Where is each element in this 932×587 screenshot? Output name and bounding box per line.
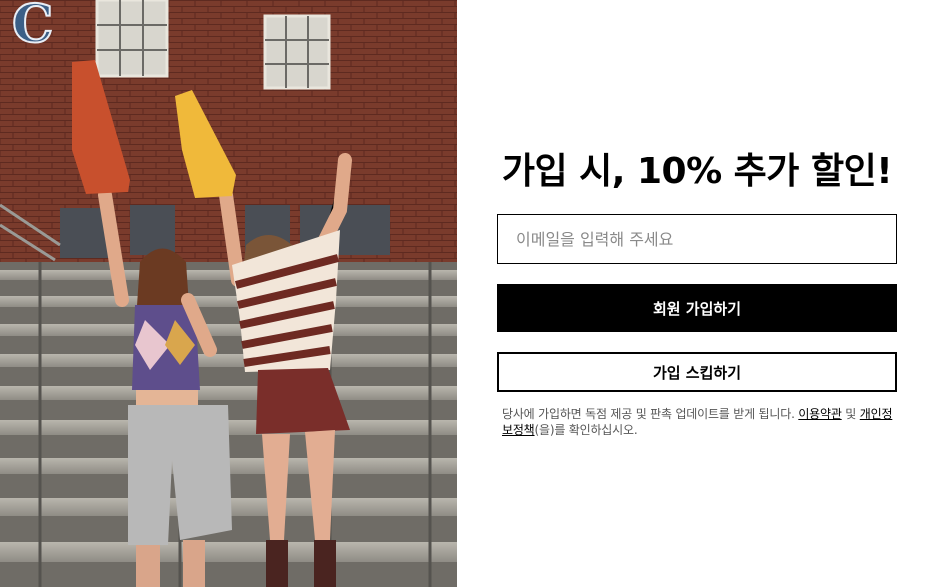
skip-signup-button[interactable]: 가입 스킵하기 — [497, 352, 897, 392]
signup-panel: 가입 시, 10% 추가 할인! 회원 가입하기 가입 스킵하기 당사에 가입하… — [457, 0, 932, 587]
terms-link[interactable]: 이용약관 — [798, 407, 842, 421]
banner-letter: C — [12, 0, 53, 55]
signup-button[interactable]: 회원 가입하기 — [497, 284, 897, 332]
disclaimer-text-after: (을)를 확인하십시오. — [534, 423, 638, 437]
email-input[interactable] — [497, 214, 897, 264]
disclaimer-text-before: 당사에 가입하면 독점 제공 및 판촉 업데이트를 받게 됩니다. — [502, 407, 799, 421]
signup-disclaimer: 당사에 가입하면 독점 제공 및 판촉 업데이트를 받게 됩니다. 이용약관 및… — [502, 406, 897, 438]
disclaimer-text-middle: 및 — [841, 407, 860, 421]
hero-image: C — [0, 0, 457, 587]
signup-headline: 가입 시, 10% 추가 할인! — [501, 151, 893, 192]
